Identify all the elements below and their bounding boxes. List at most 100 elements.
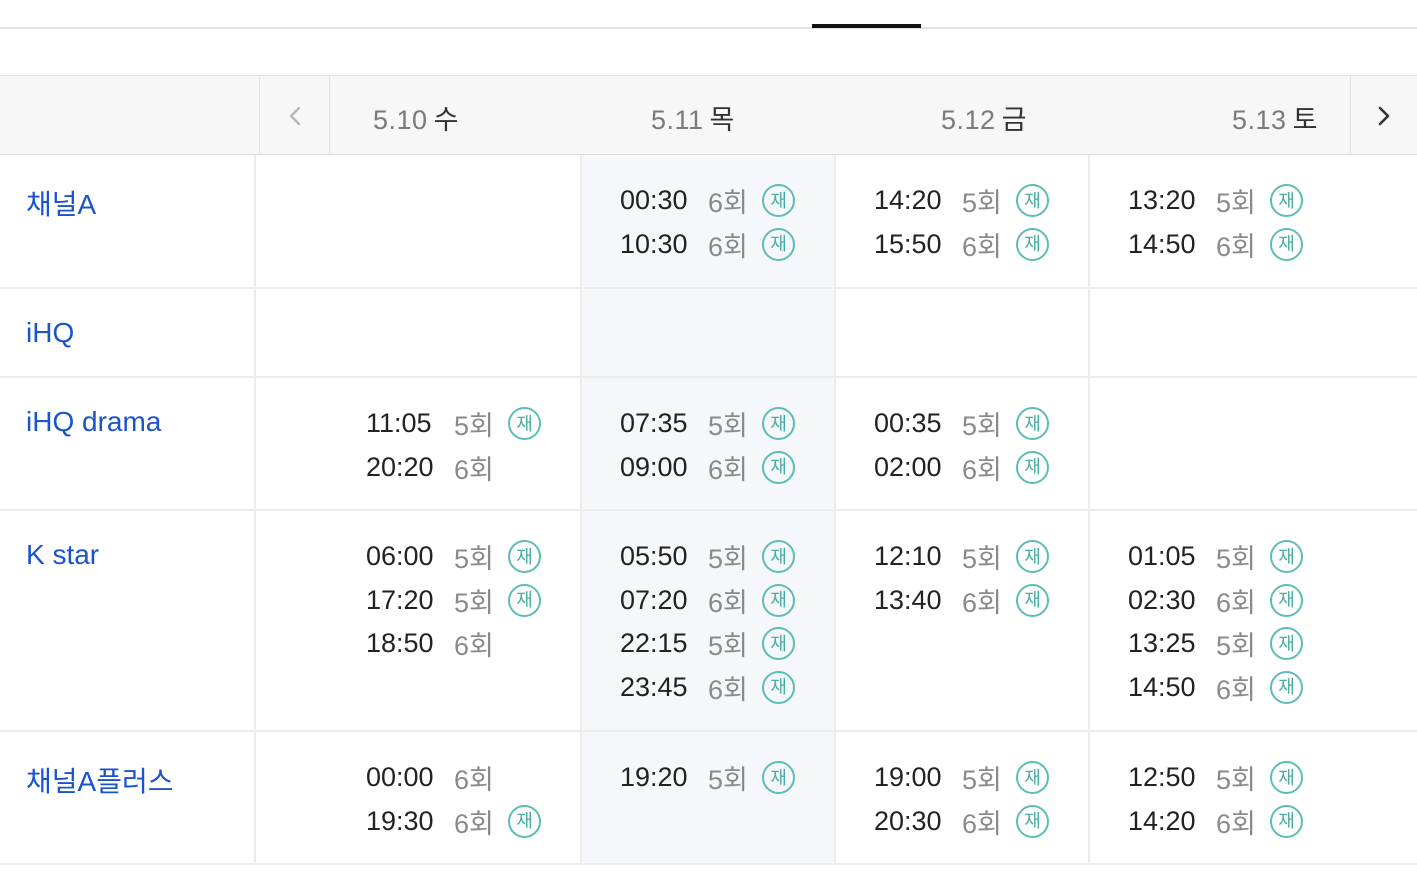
broadcast-slot[interactable]: 13:25 5회 재 bbox=[1128, 622, 1303, 666]
rerun-badge: 재 bbox=[1270, 761, 1303, 795]
broadcast-slot[interactable]: 07:20 6회 재 bbox=[620, 579, 795, 623]
schedule-cell bbox=[256, 155, 582, 287]
broadcast-slot[interactable]: 02:00 6회 재 bbox=[874, 446, 1049, 490]
broadcast-slot[interactable]: 13:40 6회 재 bbox=[874, 579, 1049, 623]
schedule-cell: 01:05 5회 재 02:30 6회 재 13:25 5회 재 14:50 6회 재 bbox=[1090, 511, 1417, 730]
schedule-cell: 07:35 5회 재 09:00 6회 재 bbox=[582, 378, 836, 509]
schedule-cell: 13:20 5회 재 14:50 6회 재 bbox=[1090, 155, 1417, 287]
slot-episode: 6회 bbox=[708, 188, 748, 219]
slot-episode: 5회 bbox=[454, 411, 494, 442]
prev-dates-button[interactable] bbox=[259, 76, 330, 156]
slot-time: 00:00 bbox=[366, 762, 434, 793]
broadcast-slot[interactable]: 12:10 5회 재 bbox=[874, 535, 1049, 579]
slot-episode: 6회 bbox=[708, 587, 748, 618]
channel-link[interactable]: 채널A플러스 bbox=[26, 760, 173, 800]
slot-time: 07:35 bbox=[620, 408, 688, 439]
channel-cell: iHQ bbox=[0, 289, 256, 376]
rerun-badge: 재 bbox=[762, 450, 795, 484]
slot-list: 00:00 6회 19:30 6회 재 bbox=[366, 756, 541, 843]
slot-time: 22:15 bbox=[620, 628, 688, 659]
slot-time: 19:00 bbox=[874, 762, 942, 793]
rerun-badge: 재 bbox=[508, 540, 541, 574]
broadcast-slot[interactable]: 18:50 6회 bbox=[366, 622, 541, 666]
broadcast-slot[interactable]: 09:00 6회 재 bbox=[620, 446, 795, 490]
slot-list: 00:30 6회 재 10:30 6회 재 bbox=[620, 179, 795, 266]
channel-row: iHQ bbox=[0, 289, 1417, 378]
slot-time: 06:00 bbox=[366, 541, 434, 572]
broadcast-slot[interactable]: 19:30 6회 재 bbox=[366, 800, 541, 844]
broadcast-slot[interactable]: 05:50 5회 재 bbox=[620, 535, 795, 579]
slot-time: 19:30 bbox=[366, 805, 434, 836]
broadcast-slot[interactable]: 14:50 6회 재 bbox=[1128, 666, 1303, 710]
broadcast-slot[interactable]: 13:20 5회 재 bbox=[1128, 179, 1303, 223]
rerun-badge: 재 bbox=[1016, 761, 1049, 795]
slot-list: 19:20 5회 재 bbox=[620, 756, 795, 800]
slot-time: 07:20 bbox=[620, 584, 688, 615]
rerun-badge: 재 bbox=[1016, 227, 1049, 261]
slot-episode: 5회 bbox=[1216, 544, 1256, 575]
rerun-badge: 재 bbox=[762, 184, 795, 218]
chevron-right-icon bbox=[1378, 106, 1390, 126]
broadcast-slot[interactable]: 22:15 5회 재 bbox=[620, 622, 795, 666]
rerun-badge: 재 bbox=[1270, 583, 1303, 617]
broadcast-slot[interactable]: 00:00 6회 bbox=[366, 756, 541, 800]
broadcast-slot[interactable]: 00:30 6회 재 bbox=[620, 179, 795, 223]
channel-cell: K star bbox=[0, 511, 256, 730]
slot-episode: 6회 bbox=[962, 587, 1002, 618]
next-dates-button[interactable] bbox=[1350, 76, 1417, 156]
broadcast-schedule-page: 5.10 수 5.11 목 5.12 금 5.13 토 채널A 00:30 6회 재 10:30… bbox=[0, 0, 1417, 878]
channel-cell: 채널A플러스 bbox=[0, 732, 256, 863]
slot-time: 05:50 bbox=[620, 541, 688, 572]
broadcast-slot[interactable]: 10:30 6회 재 bbox=[620, 223, 795, 267]
slot-episode: 5회 bbox=[708, 544, 748, 575]
slot-episode: 6회 bbox=[1216, 231, 1256, 262]
slot-time: 20:30 bbox=[874, 805, 942, 836]
channel-link[interactable]: 채널A bbox=[26, 183, 96, 223]
broadcast-slot[interactable]: 20:20 6회 bbox=[366, 446, 541, 490]
broadcast-slot[interactable]: 14:20 6회 재 bbox=[1128, 800, 1303, 844]
channel-link[interactable]: iHQ drama bbox=[26, 406, 161, 438]
slot-episode: 5회 bbox=[962, 765, 1002, 796]
schedule-cell bbox=[1090, 289, 1417, 376]
date-header-3: 5.13 토 bbox=[1232, 105, 1318, 135]
broadcast-slot[interactable]: 06:00 5회 재 bbox=[366, 535, 541, 579]
rerun-badge: 재 bbox=[762, 670, 795, 704]
broadcast-slot[interactable]: 17:20 5회 재 bbox=[366, 579, 541, 623]
slot-list: 01:05 5회 재 02:30 6회 재 13:25 5회 재 14:50 6회 재 bbox=[1128, 535, 1303, 709]
broadcast-slot[interactable]: 12:50 5회 재 bbox=[1128, 756, 1303, 800]
broadcast-slot[interactable]: 07:35 5회 재 bbox=[620, 402, 795, 446]
broadcast-slot[interactable]: 01:05 5회 재 bbox=[1128, 535, 1303, 579]
slot-time: 18:50 bbox=[366, 628, 434, 659]
slot-time: 14:50 bbox=[1128, 228, 1196, 259]
slot-episode: 6회 bbox=[454, 765, 494, 796]
schedule-cell bbox=[1090, 378, 1417, 509]
broadcast-slot[interactable]: 15:50 6회 재 bbox=[874, 223, 1049, 267]
broadcast-slot[interactable]: 11:05 5회 재 bbox=[366, 402, 541, 446]
slot-episode: 6회 bbox=[962, 454, 1002, 485]
slot-episode: 5회 bbox=[454, 544, 494, 575]
channel-link[interactable]: K star bbox=[26, 539, 99, 571]
rerun-badge: 재 bbox=[1270, 804, 1303, 838]
broadcast-slot[interactable]: 20:30 6회 재 bbox=[874, 800, 1049, 844]
rerun-badge: 재 bbox=[508, 583, 541, 617]
broadcast-slot[interactable]: 19:20 5회 재 bbox=[620, 756, 795, 800]
schedule-cell: 00:30 6회 재 10:30 6회 재 bbox=[582, 155, 836, 287]
broadcast-slot[interactable]: 14:20 5회 재 bbox=[874, 179, 1049, 223]
date-header-2: 5.12 금 bbox=[941, 105, 1027, 135]
broadcast-slot[interactable]: 00:35 5회 재 bbox=[874, 402, 1049, 446]
broadcast-slot[interactable]: 02:30 6회 재 bbox=[1128, 579, 1303, 623]
broadcast-slot[interactable]: 14:50 6회 재 bbox=[1128, 223, 1303, 267]
broadcast-slot[interactable]: 23:45 6회 재 bbox=[620, 666, 795, 710]
channel-link[interactable]: iHQ bbox=[26, 317, 74, 349]
slot-episode: 6회 bbox=[708, 674, 748, 705]
broadcast-slot[interactable]: 19:00 5회 재 bbox=[874, 756, 1049, 800]
slot-episode: 6회 bbox=[454, 454, 494, 485]
slot-time: 09:00 bbox=[620, 451, 688, 482]
slot-time: 20:20 bbox=[366, 451, 434, 482]
slot-list: 19:00 5회 재 20:30 6회 재 bbox=[874, 756, 1049, 843]
date-header-row: 5.10 수 5.11 목 5.12 금 5.13 토 bbox=[0, 75, 1417, 156]
schedule-cell: 00:35 5회 재 02:00 6회 재 bbox=[836, 378, 1090, 509]
slot-list: 14:20 5회 재 15:50 6회 재 bbox=[874, 179, 1049, 266]
slot-time: 14:20 bbox=[1128, 805, 1196, 836]
rerun-badge: 재 bbox=[762, 540, 795, 574]
